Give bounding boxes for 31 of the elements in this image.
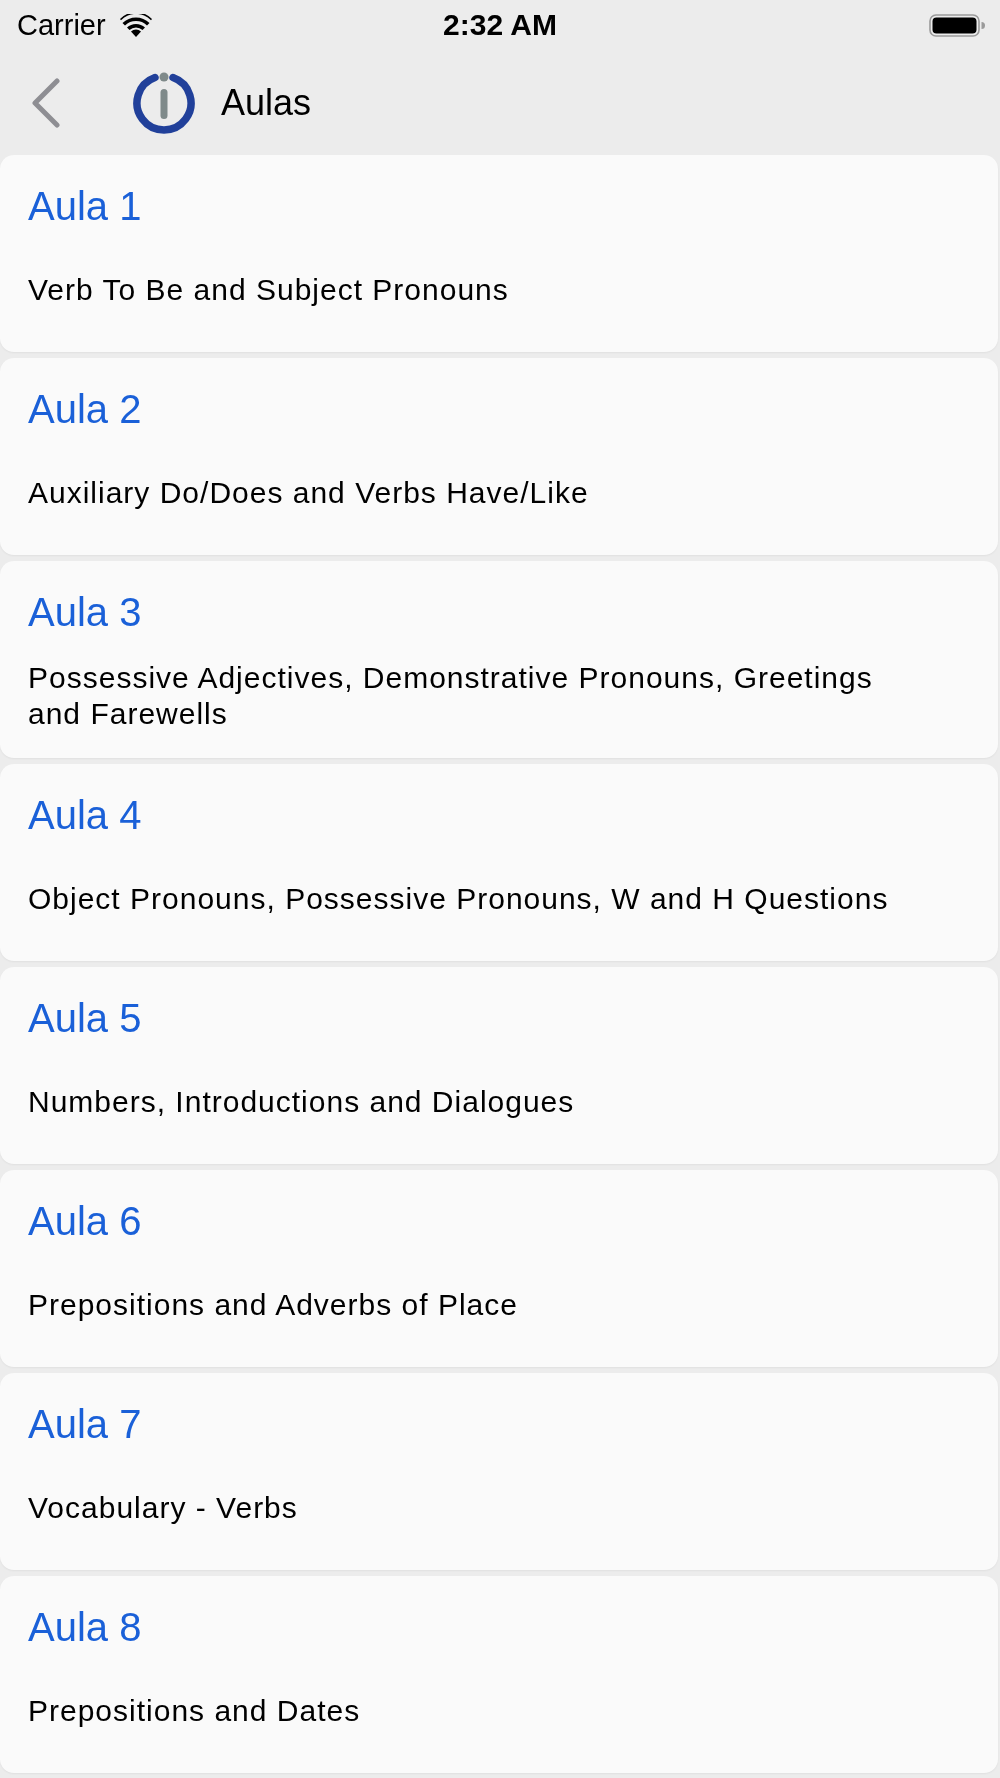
- lesson-card[interactable]: Aula 1 Verb To Be and Subject Pronouns: [0, 155, 998, 352]
- lesson-subtitle: Prepositions and Dates: [28, 1693, 361, 1729]
- battery-icon: [929, 13, 985, 37]
- lesson-subtitle: Object Pronouns, Possessive Pronouns, W and H Questions: [28, 881, 889, 917]
- lesson-title: Aula 7: [28, 1401, 142, 1448]
- lesson-title: Aula 4: [28, 792, 142, 839]
- lesson-card[interactable]: Aula 4 Object Pronouns, Possessive Pronouns, W and H Questions: [0, 764, 998, 961]
- lesson-title: Aula 8: [28, 1604, 142, 1651]
- lesson-subtitle: Possessive Adjectives, Demonstrative Pronouns, Greetings and Farewells: [28, 660, 874, 732]
- lesson-card[interactable]: Aula 8 Prepositions and Dates: [0, 1576, 998, 1773]
- lesson-subtitle: Prepositions and Adverbs of Place: [28, 1287, 518, 1323]
- lesson-card[interactable]: Aula 2 Auxiliary Do/Does and Verbs Have/Like: [0, 358, 998, 555]
- carrier-label: Carrier: [17, 8, 106, 42]
- lesson-card[interactable]: Aula 3 Possessive Adjectives, Demonstrative Pronouns, Greetings and Farewells: [0, 561, 998, 758]
- nav-title: Aulas: [221, 81, 312, 124]
- lesson-title: Aula 3: [28, 589, 142, 636]
- lesson-title: Aula 2: [28, 386, 142, 433]
- time-label: 2:32 AM: [443, 8, 557, 42]
- lesson-title: Aula 5: [28, 995, 142, 1042]
- lesson-card[interactable]: Aula 7 Vocabulary - Verbs: [0, 1373, 998, 1570]
- back-icon: [30, 77, 62, 128]
- lesson-subtitle: Numbers, Introductions and Dialogues: [28, 1084, 575, 1120]
- lesson-card[interactable]: Aula 5 Numbers, Introductions and Dialogues: [0, 967, 998, 1164]
- lesson-title: Aula 6: [28, 1198, 142, 1245]
- lesson-subtitle: Verb To Be and Subject Pronouns: [28, 272, 509, 308]
- wifi-icon: [119, 13, 152, 37]
- logo-icon: [133, 71, 195, 134]
- lesson-card[interactable]: Aula 6 Prepositions and Adverbs of Place: [0, 1170, 998, 1367]
- lesson-subtitle: Auxiliary Do/Does and Verbs Have/Like: [28, 475, 589, 511]
- lesson-title: Aula 1: [28, 183, 142, 230]
- lesson-subtitle: Vocabulary - Verbs: [28, 1490, 298, 1526]
